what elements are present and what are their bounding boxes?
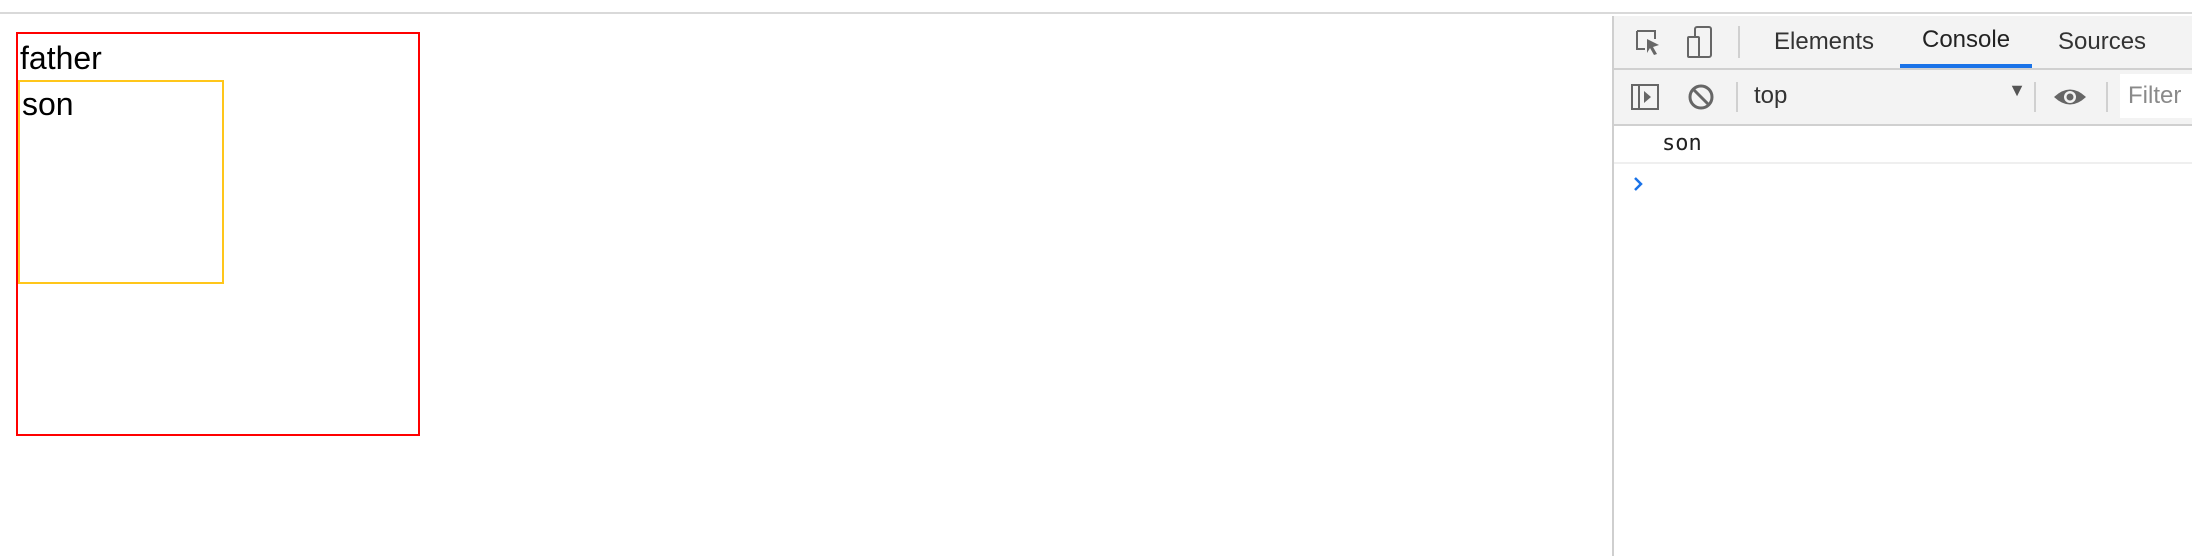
father-label: father bbox=[20, 40, 102, 76]
page-viewport: father son bbox=[0, 16, 1612, 556]
filter-input[interactable] bbox=[2120, 74, 2192, 118]
father-box[interactable]: father son bbox=[16, 32, 420, 436]
sidebar-toggle-icon[interactable] bbox=[1628, 80, 1662, 114]
tab-console[interactable]: Console bbox=[1900, 16, 2033, 68]
eye-icon[interactable] bbox=[2050, 80, 2090, 114]
tab-elements[interactable]: Elements bbox=[1752, 16, 1896, 68]
devtools-tabbar: Elements Console Sources bbox=[1614, 16, 2192, 70]
chevron-right-icon[interactable] bbox=[1630, 172, 1654, 196]
tab-sources[interactable]: Sources bbox=[2036, 16, 2168, 68]
tabbar-separator bbox=[1738, 26, 1740, 58]
dropdown-triangle-icon: ▼ bbox=[2008, 80, 2026, 100]
console-toolbar: top ▼ bbox=[1614, 70, 2192, 126]
devtools-panel: Elements Console Sources top ▼ Filter so… bbox=[1612, 16, 2192, 556]
device-toolbar-icon[interactable] bbox=[1682, 24, 1718, 60]
context-select[interactable]: top ▼ bbox=[1754, 76, 2026, 116]
browser-top-border bbox=[0, 0, 2192, 14]
console-message: son bbox=[1614, 126, 2192, 164]
toolbar-separator-1 bbox=[1736, 82, 1738, 112]
son-box[interactable]: son bbox=[18, 80, 224, 284]
inspect-element-icon[interactable] bbox=[1630, 24, 1666, 60]
clear-console-icon[interactable] bbox=[1684, 80, 1718, 114]
console-output: son bbox=[1614, 126, 2192, 556]
context-value: top bbox=[1754, 82, 1788, 109]
son-label: son bbox=[22, 86, 74, 122]
toolbar-separator-2 bbox=[2034, 82, 2036, 112]
toolbar-separator-3 bbox=[2106, 82, 2108, 112]
